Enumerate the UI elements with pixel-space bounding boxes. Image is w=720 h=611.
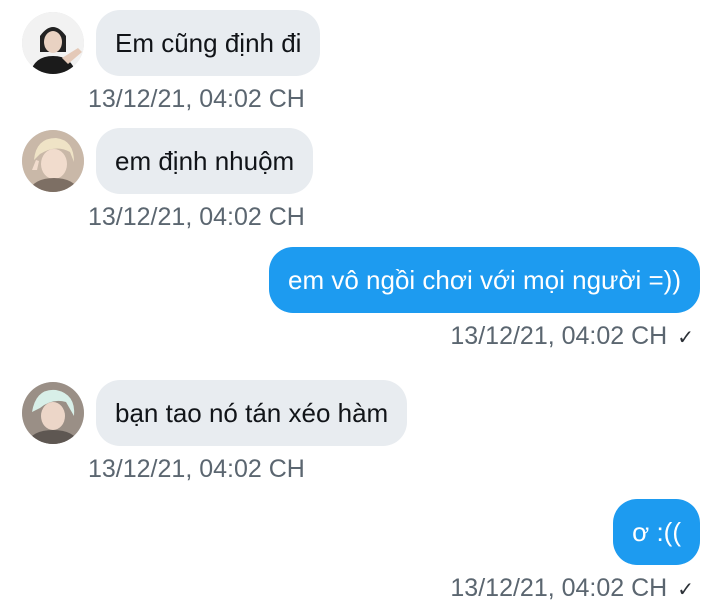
sender-avatar[interactable] (22, 12, 84, 74)
avatar-photo (22, 130, 84, 192)
message-bubble[interactable]: Em cũng định đi (96, 10, 321, 76)
timestamp-text: 13/12/21, 04:02 CH (88, 85, 305, 113)
message-timestamp: 13/12/21, 04:02 CH (88, 454, 305, 484)
message-timestamp: 13/12/21, 04:02 CH (88, 202, 305, 232)
message-bubble[interactable]: em vô ngồi chơi với mọi người =)) (269, 247, 700, 313)
sender-avatar[interactable] (22, 382, 84, 444)
check-icon: ✓ (677, 577, 694, 601)
avatar-photo (22, 12, 84, 74)
timestamp-text: 13/12/21, 04:02 CH (450, 322, 668, 350)
message-bubble[interactable]: em định nhuộm (96, 128, 314, 194)
sender-avatar[interactable] (22, 130, 84, 192)
avatar-photo (22, 382, 84, 444)
message-timestamp: 13/12/21, 04:02 CH ✓ (450, 321, 694, 352)
timestamp-text: 13/12/21, 04:02 CH (88, 203, 305, 231)
check-icon: ✓ (677, 325, 694, 349)
timestamp-text: 13/12/21, 04:02 CH (88, 455, 305, 483)
message-timestamp: 13/12/21, 04:02 CH (88, 84, 305, 114)
message-bubble[interactable]: bạn tao nó tán xéo hàm (96, 380, 408, 446)
timestamp-text: 13/12/21, 04:02 CH (450, 574, 668, 602)
message-bubble[interactable]: ơ :(( (613, 499, 700, 565)
message-timestamp: 13/12/21, 04:02 CH ✓ (450, 573, 694, 604)
